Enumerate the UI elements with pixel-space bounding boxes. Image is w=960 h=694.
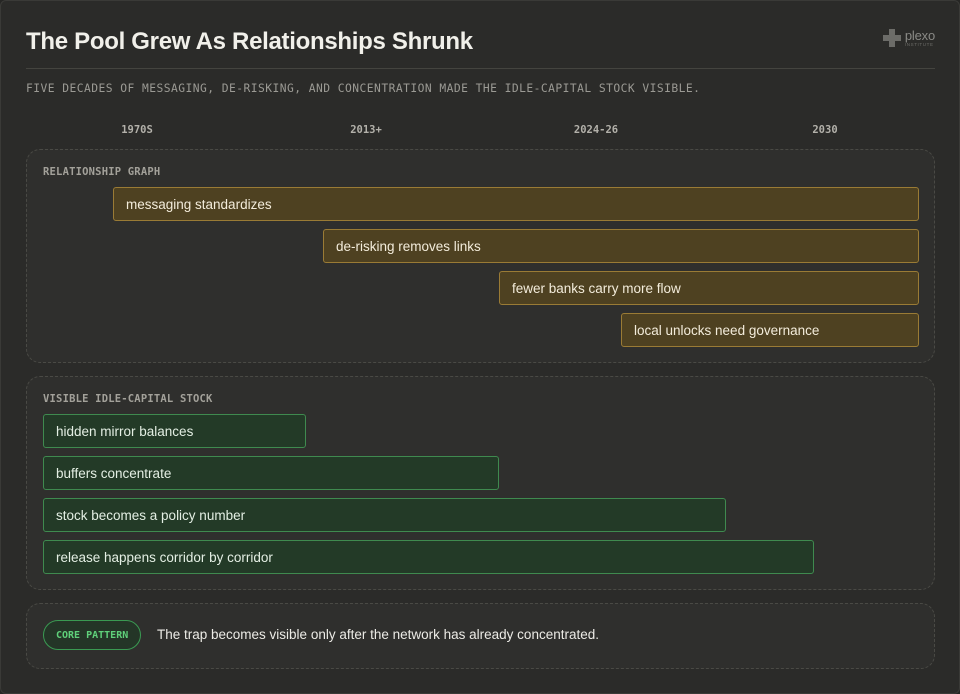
idle-capital-bar: hidden mirror balances — [43, 414, 306, 448]
brand-logo: plexo INSTITUTE — [882, 29, 935, 48]
relationship-bar: fewer banks carry more flow — [499, 271, 919, 305]
relationship-graph-panel: RELATIONSHIP GRAPH messaging standardize… — [26, 149, 935, 363]
axis-label-2013: 2013+ — [350, 124, 382, 136]
logo-wordmark: plexo INSTITUTE — [905, 29, 935, 48]
title-divider — [26, 68, 935, 69]
idle-capital-bar: buffers concentrate — [43, 456, 499, 490]
page-subtitle: FIVE DECADES OF MESSAGING, DE-RISKING, A… — [26, 82, 701, 95]
core-pattern-text: The trap becomes visible only after the … — [157, 627, 599, 642]
diagram-frame: The Pool Grew As Relationships Shrunk pl… — [0, 0, 960, 694]
axis-label-1970s: 1970S — [121, 124, 153, 136]
relationship-bar: messaging standardizes — [113, 187, 919, 221]
page-title: The Pool Grew As Relationships Shrunk — [26, 28, 473, 55]
idle-capital-panel: VISIBLE IDLE-CAPITAL STOCK hidden mirror… — [26, 376, 935, 590]
core-pattern-badge: CORE PATTERN — [43, 620, 142, 650]
panel-title: RELATIONSHIP GRAPH — [43, 166, 161, 178]
relationship-bar: local unlocks need governance — [621, 313, 919, 347]
logo-name: plexo — [904, 28, 935, 43]
core-pattern-panel: CORE PATTERN The trap becomes visible on… — [26, 603, 935, 669]
axis-label-2030: 2030 — [812, 124, 838, 136]
idle-capital-bar: release happens corridor by corridor — [43, 540, 814, 574]
panel-title: VISIBLE IDLE-CAPITAL STOCK — [43, 393, 213, 405]
idle-capital-bar: stock becomes a policy number — [43, 498, 726, 532]
relationship-bar: de-risking removes links — [323, 229, 919, 263]
logo-subtext: INSTITUTE — [904, 42, 934, 47]
plus-icon — [882, 29, 901, 48]
axis-label-2024-26: 2024-26 — [573, 124, 619, 136]
